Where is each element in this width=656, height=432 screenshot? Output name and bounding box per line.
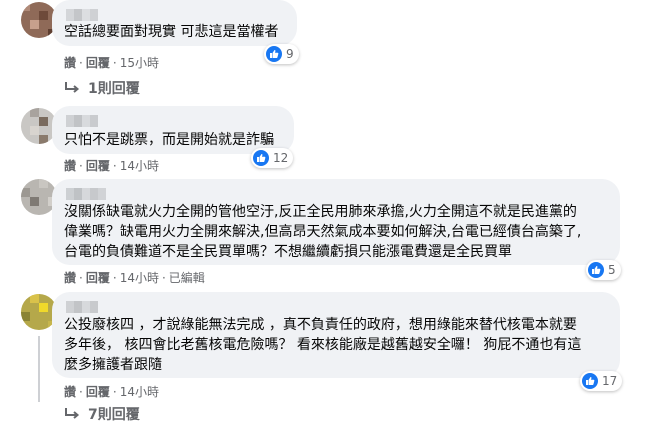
reply-button[interactable]: 回覆 — [86, 385, 110, 399]
reply-arrow-icon — [65, 408, 80, 419]
comment-text: 沒關係缺電就火力全開的管他空汙,反正全民用肺來承擔,火力全開這不就是民進黨的 偉… — [64, 202, 581, 262]
like-button[interactable]: 讚 — [64, 159, 76, 173]
comment-bubble: 空話總要面對現實 可悲這是當權者 — [52, 0, 297, 46]
comment-bubble: 只怕不是跳票，而是開始就是詐騙 — [52, 106, 294, 154]
comment-text-line: 偉業嗎？缺電用火力全開來解決,但高昂天然氣成本要如何解決,台電已經債台高築了, — [64, 224, 582, 240]
like-button[interactable]: 讚 — [64, 385, 76, 399]
reply-arrow-icon — [65, 82, 80, 93]
comment-text: 空話總要面對現實 可悲這是當權者 — [64, 22, 278, 42]
comment-text-line: 沒關係缺電就火力全開的管他空汙,反正全民用肺來承擔,火力全開這不就是民進黨的 — [64, 204, 577, 220]
like-reaction-icon — [253, 150, 269, 166]
comment-bubble: 公投廢核四 ，才說綠能無法完成 ，真不負責任的政府，想用綠能來替代核電本就要 多… — [52, 292, 620, 378]
reaction-count-badge[interactable]: 9 — [264, 44, 299, 64]
comment-text-line: 麼多擁護者跟隨 — [64, 357, 162, 373]
timestamp[interactable]: 14小時 — [120, 385, 159, 399]
like-reaction-icon — [266, 46, 282, 62]
blurred-author-name[interactable] — [66, 6, 98, 21]
comment-text-line: 台電的負債難道不是全民買單嗎？不想繼續虧損只能漲電費還是全民買單 — [64, 244, 512, 260]
reaction-count-badge[interactable]: 12 — [251, 148, 294, 168]
reaction-count-badge[interactable]: 5 — [586, 260, 621, 280]
reaction-count-badge[interactable]: 17 — [580, 371, 623, 391]
timestamp[interactable]: 15小時 — [120, 56, 159, 70]
replies-count-label: 7則回覆 — [88, 407, 140, 423]
like-reaction-icon — [582, 373, 598, 389]
comment-text-line: 多年後， 核四會比老舊核電危險嗎？ 看來核能廠是越舊越安全囉！ 狗屁不通也有這 — [64, 337, 582, 353]
like-button[interactable]: 讚 — [64, 271, 76, 285]
reply-button[interactable]: 回覆 — [86, 159, 110, 173]
replies-count-label: 1則回覆 — [88, 81, 140, 97]
reaction-count: 17 — [602, 374, 618, 388]
comment-bubble: 沒關係缺電就火力全開的管他空汙,反正全民用肺來承擔,火力全開這不就是民進黨的 偉… — [52, 179, 620, 265]
thread-line — [38, 336, 40, 402]
comment-actions: 讚 · 回覆 · 14小時 — [64, 159, 159, 173]
edited-label: 已編輯 — [168, 271, 205, 285]
comment-text: 只怕不是跳票，而是開始就是詐騙 — [64, 130, 274, 150]
like-button[interactable]: 讚 — [64, 56, 76, 70]
view-replies-link[interactable]: 1則回覆 — [62, 78, 140, 98]
like-reaction-icon — [588, 262, 604, 278]
reply-button[interactable]: 回覆 — [86, 56, 110, 70]
blurred-author-name[interactable] — [66, 185, 106, 200]
comment-text-line: 公投廢核四 ，才說綠能無法完成 ，真不負責任的政府，想用綠能來替代核電本就要 — [64, 317, 577, 333]
comment-text-line: 只怕不是跳票，而是開始就是詐騙 — [64, 132, 274, 148]
reply-button[interactable]: 回覆 — [86, 271, 110, 285]
blurred-author-name[interactable] — [66, 112, 98, 127]
comment-text-line: 空話總要面對現實 可悲這是當權者 — [64, 24, 279, 40]
comment-actions: 讚 · 回覆 · 14小時 · 已編輯 — [64, 271, 205, 285]
comment-actions: 讚 · 回覆 · 15小時 — [64, 56, 159, 70]
reaction-count: 9 — [286, 47, 294, 61]
comment-actions: 讚 · 回覆 · 14小時 — [64, 385, 159, 399]
comment-text: 公投廢核四 ，才說綠能無法完成 ，真不負責任的政府，想用綠能來替代核電本就要 多… — [64, 315, 581, 375]
timestamp[interactable]: 14小時 — [120, 271, 159, 285]
reaction-count: 12 — [273, 151, 289, 165]
view-replies-link[interactable]: 7則回覆 — [62, 404, 140, 424]
blurred-author-name[interactable] — [66, 298, 98, 313]
timestamp[interactable]: 14小時 — [120, 159, 159, 173]
reaction-count: 5 — [608, 263, 616, 277]
